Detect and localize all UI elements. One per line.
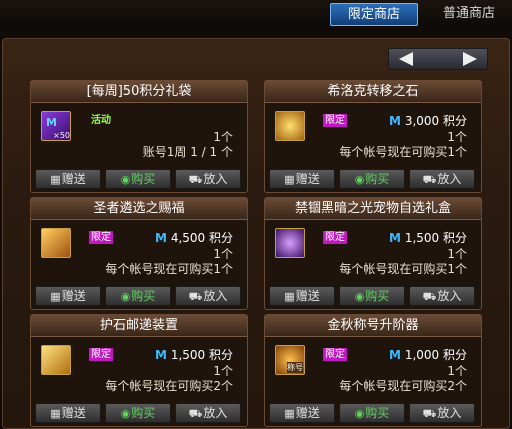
purchase-limit: 每个帐号现在可购买1个 xyxy=(339,262,467,276)
add-to-cart-button[interactable]: ⛟放入 xyxy=(409,403,475,423)
gold-stone-icon[interactable] xyxy=(275,111,305,141)
coin-icon: ◉ xyxy=(354,290,365,303)
gift-icon: ▦ xyxy=(284,173,295,186)
buy-button[interactable]: ◉购买 xyxy=(339,403,405,423)
gift-icon: ▦ xyxy=(284,290,295,303)
limited-badge: 限定 xyxy=(323,348,347,361)
cart-icon: ⛟ xyxy=(188,290,203,303)
item-price: M 3,000 积分 xyxy=(389,114,467,128)
item-title: 禁锢黑暗之光宠物自选礼盒 xyxy=(265,198,481,220)
currency-icon: M xyxy=(389,348,401,362)
cart-icon: ⛟ xyxy=(188,407,203,420)
purchase-limit: 账号1周 1 / 1 个 xyxy=(142,145,233,159)
limited-badge: 限定 xyxy=(89,231,113,244)
buy-button[interactable]: ◉购买 xyxy=(105,403,171,423)
buy-button[interactable]: ◉购买 xyxy=(339,169,405,189)
page-navigator xyxy=(388,48,488,70)
gift-icon: ▦ xyxy=(284,407,295,420)
shop-item-card: 禁锢黑暗之光宠物自选礼盒 限定 M 1,500 积分 1个 每个帐号现在可购买1… xyxy=(264,197,482,310)
item-title: 金秋称号升阶器 xyxy=(265,315,481,337)
gift-button[interactable]: ▦赠送 xyxy=(269,169,335,189)
item-icon-label: 称号 xyxy=(287,362,303,373)
cart-icon: ⛟ xyxy=(422,290,437,303)
limited-badge: 限定 xyxy=(323,231,347,244)
item-title: 护石邮递装置 xyxy=(31,315,247,337)
gift-button[interactable]: ▦赠送 xyxy=(35,403,101,423)
item-price: M 1,500 积分 xyxy=(389,231,467,245)
gift-icon: ▦ xyxy=(50,173,61,186)
item-title: 希洛克转移之石 xyxy=(265,81,481,103)
limited-badge: 限定 xyxy=(89,348,113,361)
add-to-cart-button[interactable]: ⛟放入 xyxy=(409,286,475,306)
coin-icon: ◉ xyxy=(120,407,131,420)
purchase-limit: 每个帐号现在可购买1个 xyxy=(339,145,467,159)
cart-icon: ⛟ xyxy=(188,173,203,186)
item-price: M 1,000 积分 xyxy=(389,348,467,362)
currency-icon: M xyxy=(155,348,167,362)
shop-item-card: 圣者遴选之赐福 限定 M 4,500 积分 1个 每个帐号现在可购买1个 ▦赠送… xyxy=(30,197,248,310)
purple-box-icon[interactable] xyxy=(275,228,305,258)
purple-bag-icon[interactable]: M ×50 xyxy=(41,111,71,141)
gift-button[interactable]: ▦赠送 xyxy=(35,286,101,306)
gold-device-icon[interactable] xyxy=(41,345,71,375)
coin-icon: ◉ xyxy=(120,173,131,186)
gift-button[interactable]: ▦赠送 xyxy=(35,169,101,189)
add-to-cart-button[interactable]: ⛟放入 xyxy=(175,286,241,306)
coin-icon: ◉ xyxy=(354,173,365,186)
item-price: M 4,500 积分 xyxy=(155,231,233,245)
purchase-limit: 每个帐号现在可购买1个 xyxy=(105,262,233,276)
shop-item-card: 金秋称号升阶器 称号 限定 M 1,000 积分 1个 每个帐号现在可购买2个 … xyxy=(264,314,482,427)
prev-page-icon[interactable] xyxy=(399,52,413,66)
add-to-cart-button[interactable]: ⛟放入 xyxy=(175,169,241,189)
add-to-cart-button[interactable]: ⛟放入 xyxy=(409,169,475,189)
shop-tab-bar: 限定商店 普通商店 xyxy=(0,0,512,30)
shop-item-card: 希洛克转移之石 限定 M 3,000 积分 1个 每个帐号现在可购买1个 ▦赠送… xyxy=(264,80,482,193)
limited-badge: 限定 xyxy=(323,114,347,127)
gift-button[interactable]: ▦赠送 xyxy=(269,403,335,423)
gift-icon: ▦ xyxy=(50,407,61,420)
coin-icon: ◉ xyxy=(120,290,131,303)
item-quantity-label: ×50 xyxy=(53,131,70,140)
coin-icon: ◉ xyxy=(354,407,365,420)
currency-icon: M xyxy=(389,114,401,128)
tab-limited-shop[interactable]: 限定商店 xyxy=(330,3,418,26)
buy-button[interactable]: ◉购买 xyxy=(105,169,171,189)
item-price: M 1,500 积分 xyxy=(155,348,233,362)
item-title: [每周]50积分礼袋 xyxy=(31,81,247,103)
event-badge: 活动 xyxy=(91,115,111,126)
item-title: 圣者遴选之赐福 xyxy=(31,198,247,220)
currency-icon: M xyxy=(155,231,167,245)
add-to-cart-button[interactable]: ⛟放入 xyxy=(175,403,241,423)
tab-normal-shop[interactable]: 普通商店 xyxy=(428,3,510,26)
cart-icon: ⛟ xyxy=(422,173,437,186)
purchase-limit: 每个帐号现在可购买2个 xyxy=(339,379,467,393)
purchase-limit: 每个帐号现在可购买2个 xyxy=(105,379,233,393)
gold-chest-icon[interactable] xyxy=(41,228,71,258)
buy-button[interactable]: ◉购买 xyxy=(105,286,171,306)
shop-item-card: 护石邮递装置 限定 M 1,500 积分 1个 每个帐号现在可购买2个 ▦赠送 … xyxy=(30,314,248,427)
buy-button[interactable]: ◉购买 xyxy=(339,286,405,306)
currency-icon: M xyxy=(389,231,401,245)
shop-item-card: [每周]50积分礼袋 M ×50 活动 1个 账号1周 1 / 1 个 ▦赠送 … xyxy=(30,80,248,193)
title-upgrade-icon[interactable]: 称号 xyxy=(275,345,305,375)
cart-icon: ⛟ xyxy=(422,407,437,420)
gift-button[interactable]: ▦赠送 xyxy=(269,286,335,306)
gift-icon: ▦ xyxy=(50,290,61,303)
next-page-icon[interactable] xyxy=(463,52,477,66)
